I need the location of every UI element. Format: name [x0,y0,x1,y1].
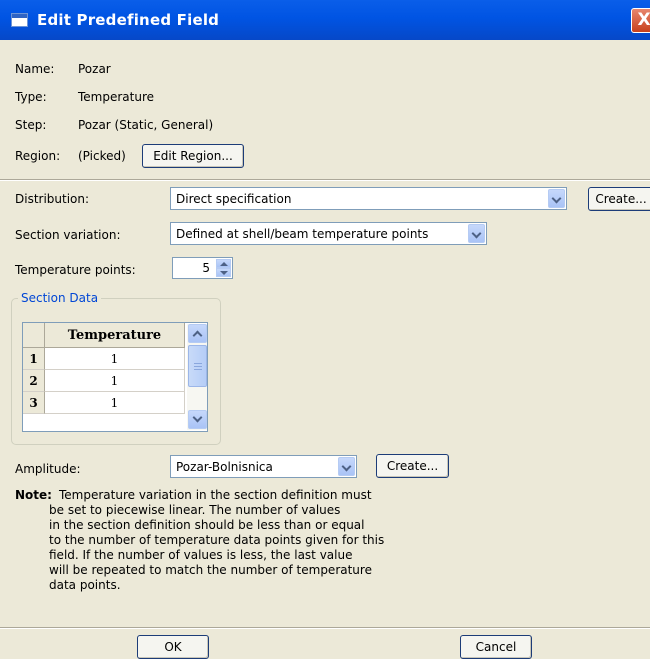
window-icon [11,13,28,27]
note-heading: Note: [15,488,52,502]
distribution-label: Distribution: [15,192,90,206]
step-label: Step: [15,118,47,132]
row-header[interactable]: 3 [23,392,45,414]
type-value: Temperature [78,90,155,104]
scroll-up-icon[interactable] [188,324,207,343]
name-value: Pozar [78,62,111,76]
edit-region-button[interactable]: Edit Region... [142,144,244,168]
note-line: Temperature variation in the section def… [59,488,372,502]
section-data-table: Temperature 1 1 2 1 3 1 [22,322,208,432]
spinner-down-icon[interactable] [216,268,231,277]
temperature-points-spinner[interactable]: 5 [172,257,233,279]
amplitude-select[interactable]: Pozar-Bolnisnica [170,455,357,478]
section-variation-label: Section variation: [15,228,121,242]
section-variation-value: Defined at shell/beam temperature points [176,227,429,241]
row-header[interactable]: 1 [23,348,45,370]
distribution-create-button[interactable]: Create... [588,187,650,211]
spinner-up-icon[interactable] [216,259,231,268]
temperature-points-label: Temperature points: [15,263,136,277]
cancel-button[interactable]: Cancel [460,635,532,659]
chevron-down-icon[interactable] [338,457,355,476]
region-value: (Picked) [78,149,126,163]
amplitude-value: Pozar-Bolnisnica [176,460,273,474]
temperature-points-value: 5 [202,261,210,275]
amplitude-label: Amplitude: [15,462,81,476]
scrollbar-thumb[interactable] [188,345,207,387]
table-scrollbar[interactable] [187,324,207,430]
step-value: Pozar (Static, General) [78,118,214,132]
section-data-title: Section Data [18,291,102,305]
scroll-down-icon[interactable] [188,410,207,429]
distribution-value: Direct specification [176,192,292,206]
table-cell[interactable]: 1 [45,348,185,370]
separator [0,179,650,181]
table-cell[interactable]: 1 [45,370,185,392]
window-title: Edit Predefined Field [37,11,220,29]
note-line: field. If the number of values is less, … [49,548,353,562]
title-bar: Edit Predefined Field X [0,0,650,40]
type-label: Type: [15,90,47,104]
close-button[interactable]: X [631,8,650,33]
note-line: will be repeated to match the number of … [49,563,372,577]
note-line: data points. [49,578,121,592]
chevron-down-icon[interactable] [468,224,485,243]
note-line: to the number of temperature data points… [49,533,385,547]
ok-button[interactable]: OK [137,635,209,659]
name-label: Name: [15,62,55,76]
edit-predefined-field-dialog: Edit Predefined Field X Name: Pozar Type… [0,0,650,659]
chevron-down-icon[interactable] [548,189,565,208]
amplitude-create-button[interactable]: Create... [376,454,449,478]
region-label: Region: [15,149,61,163]
row-header[interactable]: 2 [23,370,45,392]
column-header-temperature[interactable]: Temperature [45,323,185,348]
note-line: in the section definition should be less… [49,518,365,532]
note-line: be set to piecewise linear. The number o… [49,503,341,517]
footer-separator [0,627,650,629]
table-corner [23,323,45,348]
section-variation-select[interactable]: Defined at shell/beam temperature points [170,222,487,245]
table-cell[interactable]: 1 [45,392,185,414]
distribution-select[interactable]: Direct specification [170,187,567,210]
